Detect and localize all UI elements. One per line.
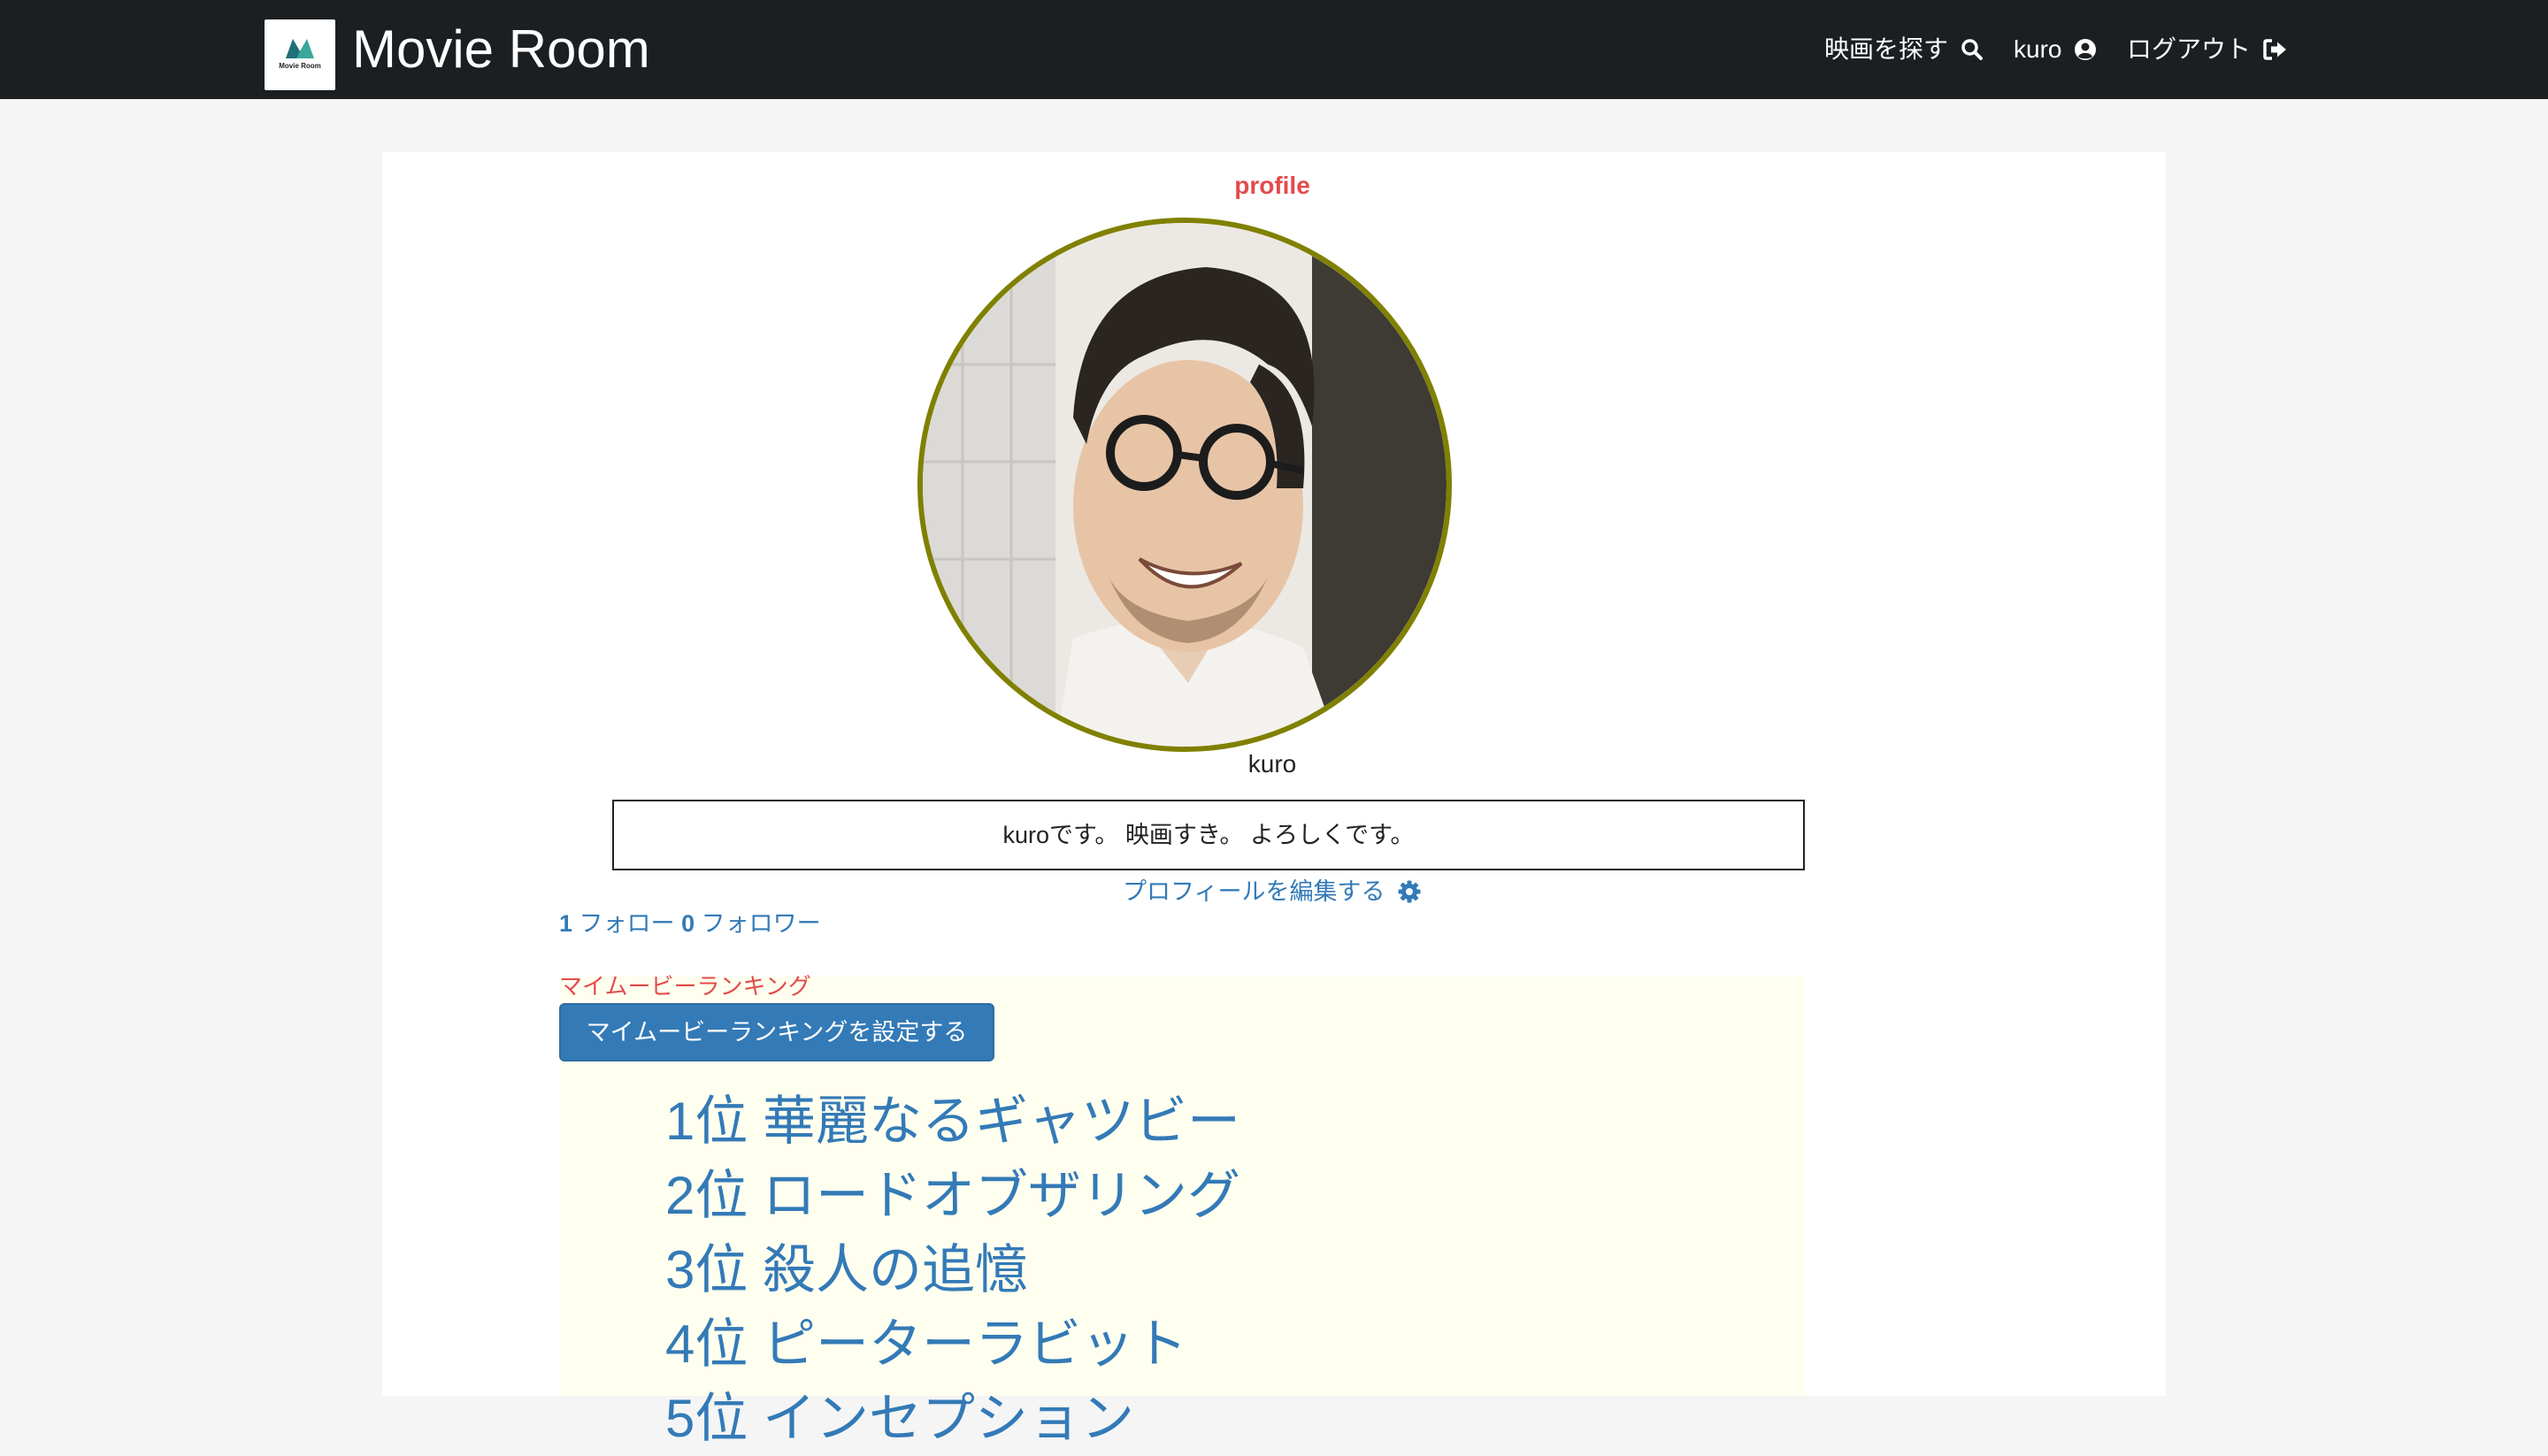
nav-user-label: kuro [2014, 35, 2062, 63]
edit-profile-link[interactable]: プロフィールを編集する [382, 874, 2162, 909]
top-navbar: Movie Room Movie Room 映画を探す kuro ログアウト [0, 0, 2548, 99]
following-count: 1 [559, 910, 573, 937]
nav-logout-label: ログアウト [2127, 35, 2252, 63]
avatar-photo [923, 223, 1447, 747]
following-label: フォロー [579, 910, 675, 937]
ranking-item[interactable]: 2位 ロードオブザリング [665, 1159, 1240, 1233]
nav-search-label: 映画を探す [1824, 35, 1949, 63]
ranking-item[interactable]: 1位 華麗なるギャツビー [665, 1084, 1240, 1159]
edit-profile-label: プロフィールを編集する [1123, 878, 1385, 905]
profile-username: kuro [1247, 750, 1297, 778]
nav-logout[interactable]: ログアウト [2127, 32, 2288, 67]
profile-card: profile kuro kuroです。 映画すき。 よろしくです。 プロフィー… [382, 152, 2166, 1448]
profile-heading: profile [1234, 172, 1310, 199]
brand-title[interactable]: Movie Room [352, 18, 650, 81]
follow-stats: 1 フォロー 0 フォロワー [559, 906, 821, 941]
set-ranking-button[interactable]: マイムービーランキングを設定する [559, 1003, 994, 1061]
ranking-item[interactable]: 5位 インセプション [665, 1382, 1240, 1456]
nav-user-profile[interactable]: kuro [2014, 32, 2097, 67]
brand-logo[interactable]: Movie Room [265, 19, 335, 90]
logo-text: Movie Room [279, 62, 321, 70]
ranking-heading: マイムービーランキング [559, 973, 811, 1000]
ranking-item[interactable]: 3位 殺人の追憶 [665, 1233, 1240, 1307]
gear-icon [1398, 880, 1421, 903]
profile-bio: kuroです。 映画すき。 よろしくです。 [612, 800, 1805, 870]
avatar [917, 218, 1452, 752]
followers-count: 0 [681, 910, 695, 937]
user-circle-icon [2075, 39, 2097, 60]
followers-link[interactable]: 0 フォロワー [681, 910, 821, 937]
following-link[interactable]: 1 フォロー [559, 910, 675, 937]
ranking-list: 1位 華麗なるギャツビー 2位 ロードオブザリング 3位 殺人の追憶 4位 ピー… [665, 1084, 1240, 1456]
nav-search-movies[interactable]: 映画を探す [1824, 32, 1984, 67]
sign-out-icon [2263, 39, 2286, 60]
movie-room-logo-icon [286, 39, 314, 58]
followers-label: フォロワー [701, 910, 821, 937]
ranking-item[interactable]: 4位 ピーターラビット [665, 1307, 1240, 1382]
search-icon [1961, 39, 1983, 60]
